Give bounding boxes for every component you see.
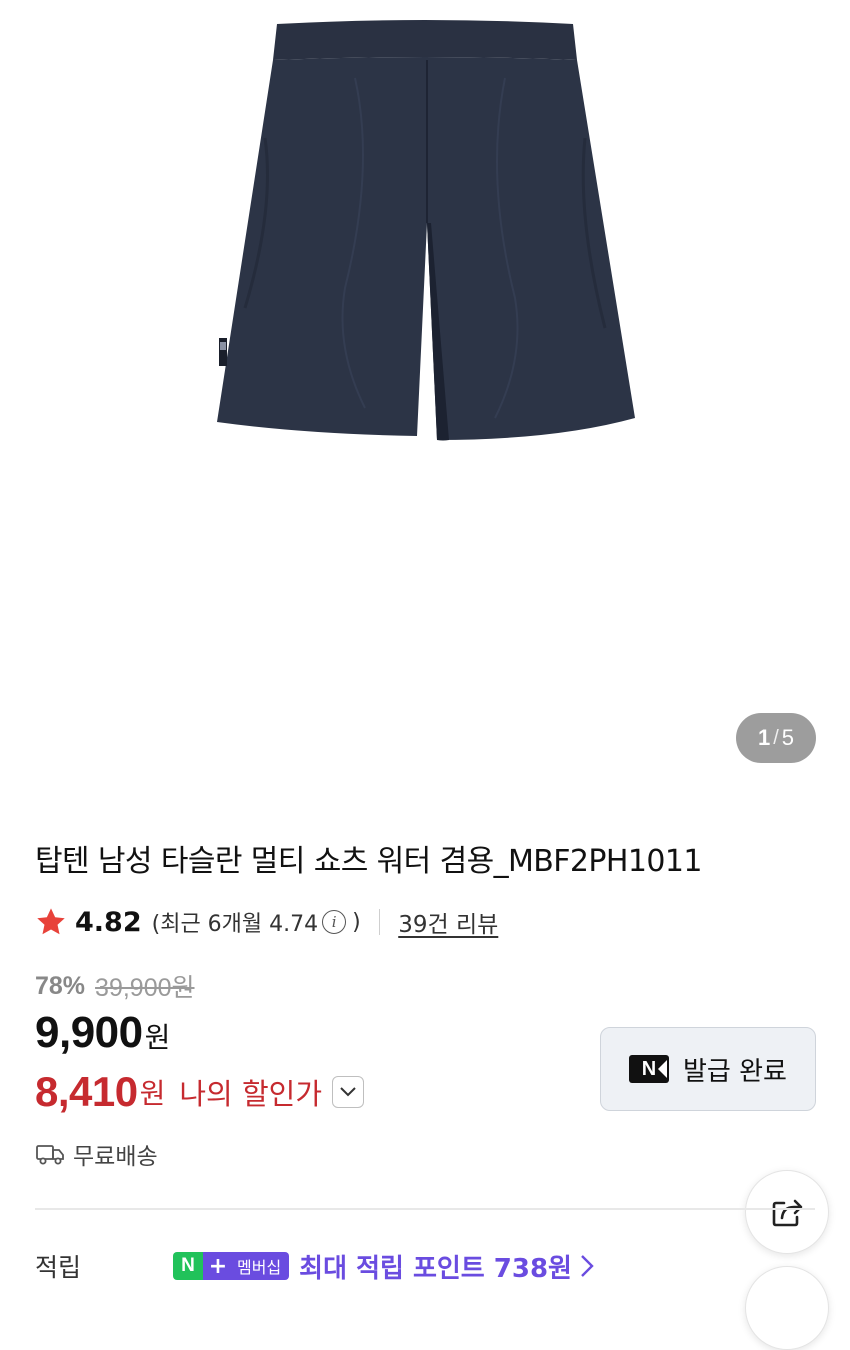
naver-plus-membership-badge: N + 멤버십 [173, 1252, 290, 1280]
product-title: 탑텐 남성 타슬란 멀티 쇼츠 워터 겸용_MBF2PH1011 [35, 844, 702, 879]
recent-rating: (최근 6개월 4.74 i ) [152, 906, 361, 938]
image-counter-current: 1 [757, 725, 771, 750]
product-gallery[interactable]: 1 / 5 [0, 0, 850, 790]
chevron-down-icon[interactable] [332, 1076, 364, 1108]
divider [378, 909, 381, 935]
star-icon [37, 908, 65, 935]
np-badge-n: N [173, 1252, 203, 1280]
price-unit: 원 [144, 1021, 171, 1054]
discount-rate: 78% [35, 971, 86, 1000]
product-image [217, 20, 635, 441]
original-price: 39,900원 [95, 974, 195, 1002]
chevron-right-icon [581, 1255, 594, 1277]
np-badge-plus: + [203, 1252, 233, 1280]
recent-rating-close: ) [352, 909, 361, 935]
naver-n-badge-icon: N [629, 1055, 670, 1083]
price-value: 9,900 [35, 1008, 143, 1057]
discount-info: 78% 39,900원 [35, 966, 195, 1006]
sale-price: 9,900 원 [35, 1008, 170, 1066]
section-divider [35, 1208, 815, 1210]
rating-value: 4.82 [75, 906, 142, 938]
my-discount-price[interactable]: 8,410 원 나의 할인가 [35, 1064, 364, 1120]
image-counter-separator: / [773, 726, 779, 749]
share-icon [772, 1199, 803, 1227]
review-count-link[interactable]: 39건 리뷰 [398, 905, 498, 939]
shipping-info: 무료배송 [35, 1134, 158, 1174]
shipping-label: 무료배송 [73, 1144, 158, 1170]
np-badge-member: 멤버십 [233, 1252, 290, 1280]
my-price-unit: 원 [139, 1077, 166, 1110]
points-info[interactable]: 적립 N + 멤버십 최대 적립 포인트 738원 [35, 1244, 594, 1288]
recent-rating-text: (최근 6개월 4.74 [151, 912, 319, 937]
max-points-text: 최대 적립 포인트 738원 [299, 1253, 572, 1284]
my-price-label: 나의 할인가 [179, 1077, 322, 1111]
points-label: 적립 [35, 1253, 82, 1282]
rating-summary: 4.82 (최근 6개월 4.74 i ) 39건 리뷰 [35, 900, 498, 944]
image-counter-total: 5 [781, 725, 795, 750]
naver-n-badge-letter: N [641, 1057, 657, 1080]
coupon-issued-button[interactable]: N 발급 완료 [600, 1027, 816, 1111]
image-counter: 1 / 5 [736, 713, 816, 763]
info-icon[interactable]: i [322, 910, 347, 934]
my-price-value: 8,410 [35, 1068, 138, 1115]
coupon-label: 발급 완료 [683, 1056, 787, 1087]
truck-icon [36, 1145, 64, 1165]
floating-button[interactable] [745, 1266, 829, 1350]
share-button[interactable] [745, 1170, 829, 1254]
